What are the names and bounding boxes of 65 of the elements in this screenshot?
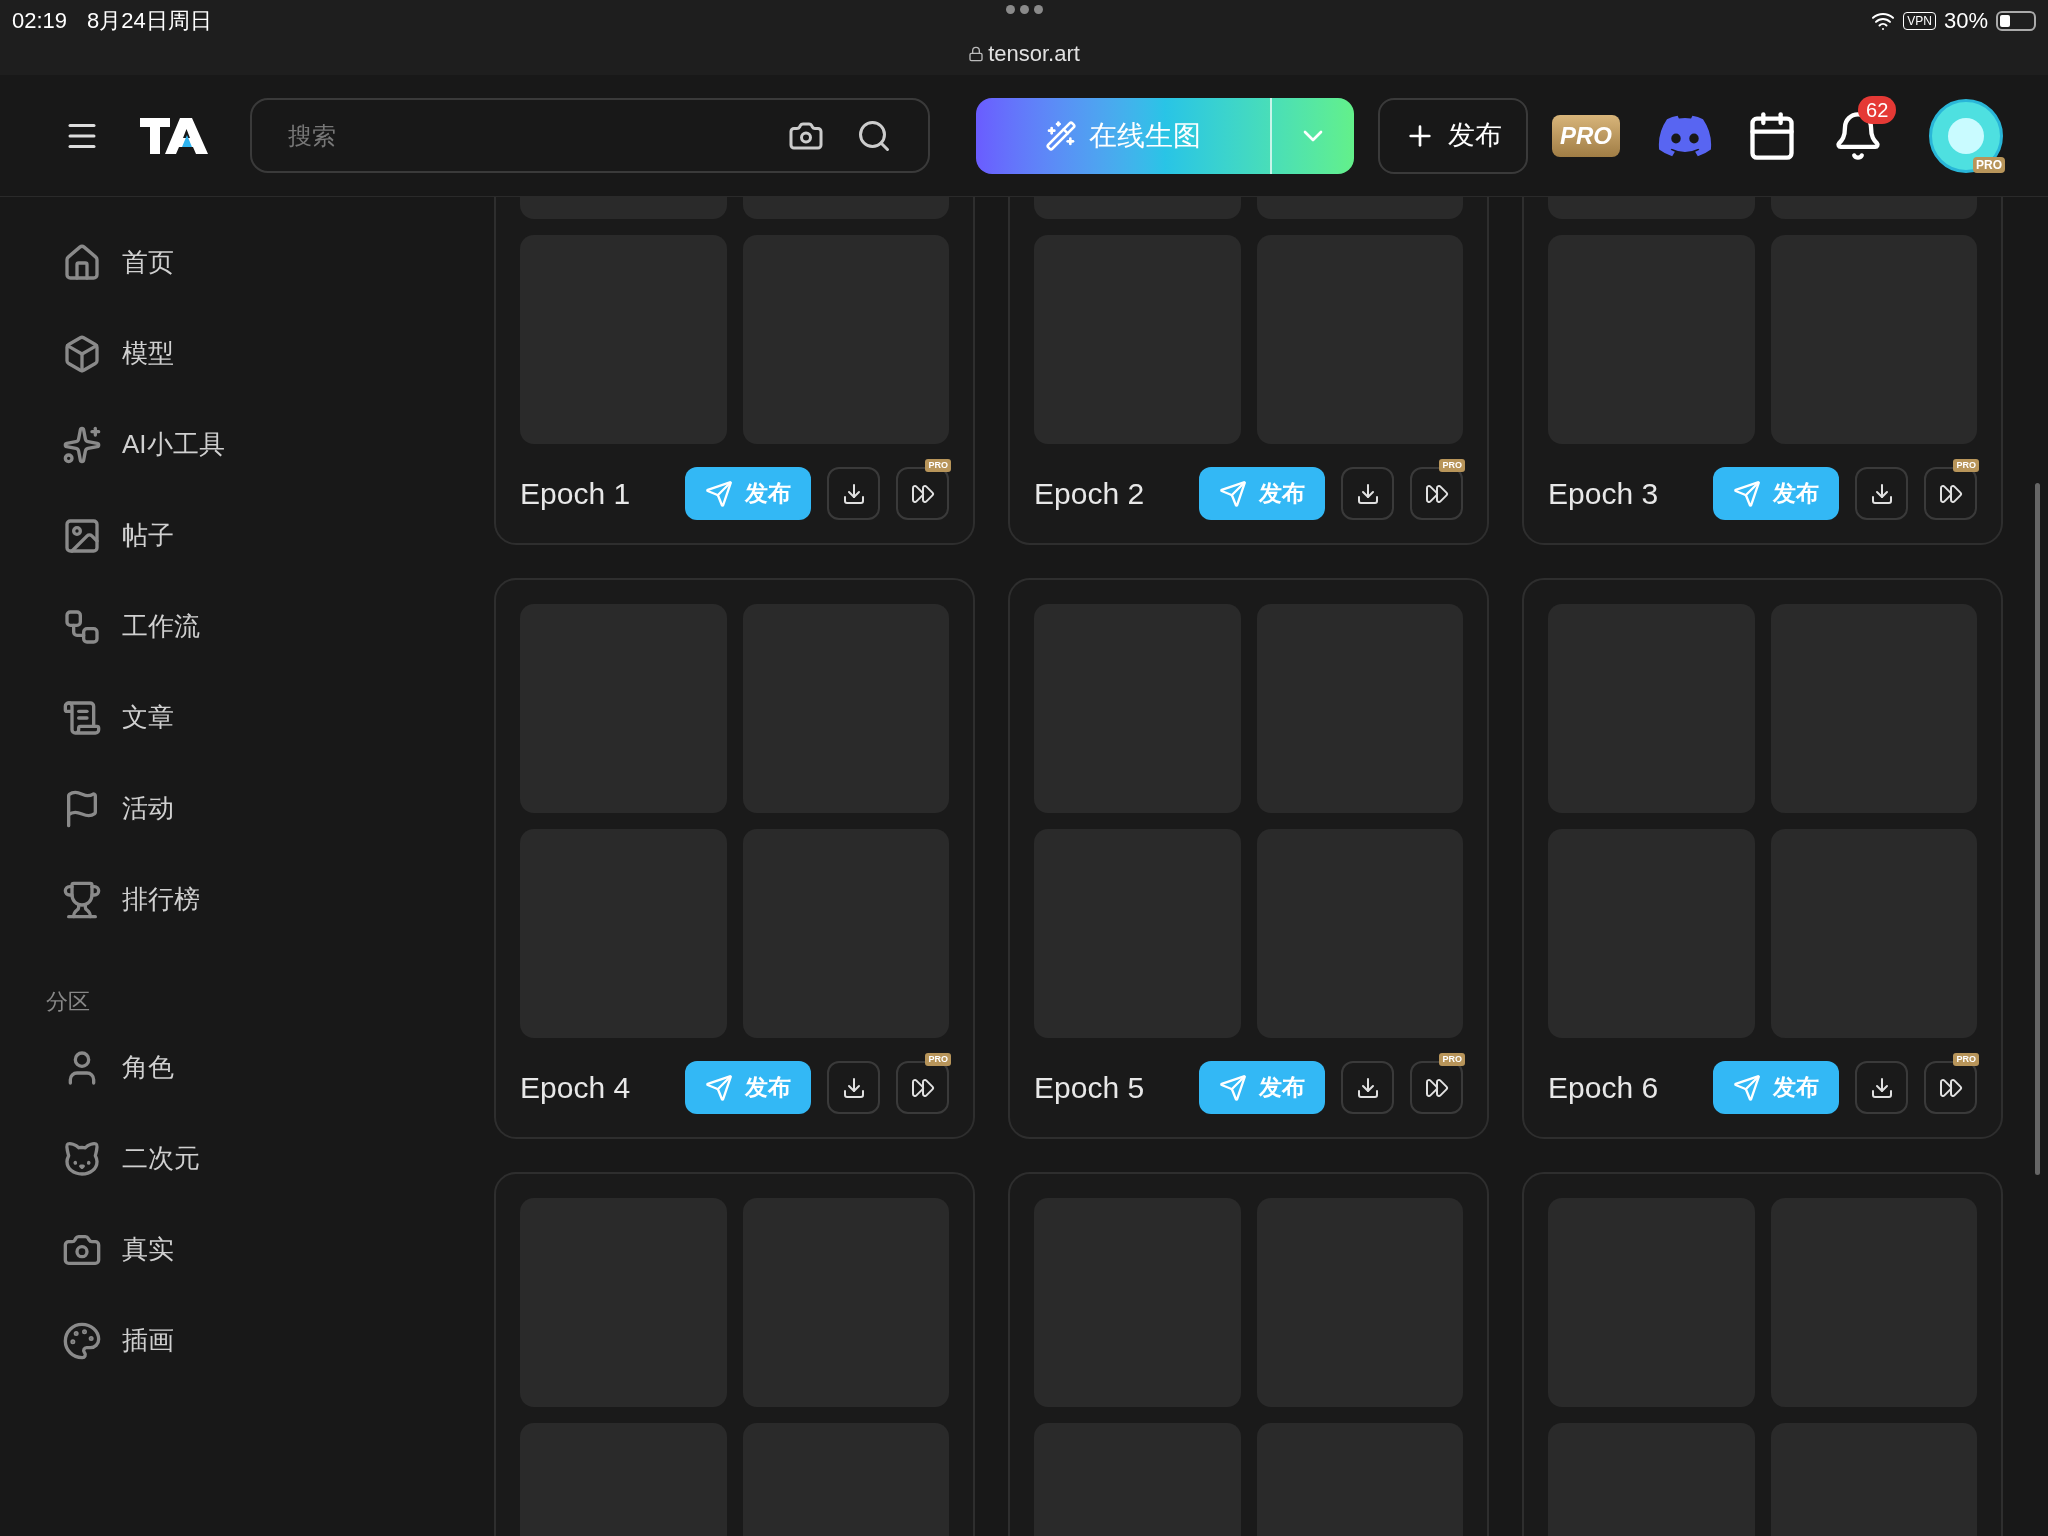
download-icon — [841, 481, 866, 506]
pro-badge: PRO — [1973, 156, 2005, 173]
download-icon — [1869, 1075, 1894, 1100]
download-icon — [1869, 481, 1894, 506]
clock: 02:19 — [12, 7, 68, 35]
pro-badge: PRO — [1439, 459, 1465, 472]
send-icon — [1219, 479, 1247, 508]
sidebar-item[interactable]: 排行榜 — [0, 854, 480, 945]
game-controller-icon[interactable] — [1658, 114, 1712, 157]
send-icon — [705, 479, 733, 508]
epoch-label: Epoch 6 — [1548, 1070, 1660, 1106]
sidebar-item[interactable]: AI小工具 — [0, 399, 480, 490]
notification-count: 62 — [1858, 95, 1897, 124]
send-icon — [1733, 1073, 1761, 1102]
pro-badge: PRO — [1439, 1053, 1465, 1066]
cube-icon — [62, 333, 102, 374]
publish-button[interactable]: 发布 — [1378, 97, 1528, 174]
search-bar[interactable]: 搜索 — [250, 98, 930, 173]
magic-wand-icon — [1045, 119, 1077, 152]
epoch-label: Epoch 2 — [1034, 476, 1146, 512]
vpn-badge: VPN — [1903, 11, 1936, 30]
download-icon — [1355, 481, 1380, 506]
pro-badge: PRO — [1953, 459, 1979, 472]
download-button[interactable] — [827, 467, 880, 520]
pro-badge: PRO — [1953, 1053, 1979, 1066]
download-button[interactable] — [827, 1061, 880, 1114]
date: 8月24日周日 — [87, 7, 212, 35]
section-heading: 分区 — [45, 988, 91, 1016]
url[interactable]: tensor.art — [988, 37, 1080, 70]
download-button[interactable] — [1341, 467, 1394, 520]
send-icon — [1733, 479, 1761, 508]
sidebar-item[interactable]: 首页 — [0, 217, 480, 308]
pro-badge: PRO — [925, 1053, 951, 1066]
send-icon — [1219, 1073, 1247, 1102]
battery-icon — [1996, 10, 2036, 31]
download-button[interactable] — [1855, 1061, 1908, 1114]
epoch-label: Epoch 4 — [520, 1070, 632, 1106]
sidebar-item[interactable]: 帖子 — [0, 490, 480, 581]
download-icon — [1355, 1075, 1380, 1100]
download-button[interactable] — [1855, 467, 1908, 520]
sidebar-item[interactable]: 活动 — [0, 763, 480, 854]
more-icon[interactable] — [1005, 5, 1043, 14]
logo-icon[interactable] — [138, 115, 210, 156]
epoch-label: Epoch 3 — [1548, 476, 1660, 512]
sidebar-item[interactable]: 真实 — [0, 1204, 480, 1295]
sidebar-item[interactable]: 工作流 — [0, 581, 480, 672]
sidebar-item[interactable]: 二次元 — [0, 1113, 480, 1204]
download-icon — [841, 1075, 866, 1100]
send-icon — [705, 1073, 733, 1102]
battery-percent: 30% — [1943, 7, 1988, 35]
download-button[interactable] — [1341, 1061, 1394, 1114]
epoch-label: Epoch 5 — [1034, 1070, 1146, 1106]
sidebar-item[interactable]: 插画 — [0, 1295, 480, 1386]
epoch-label: Epoch 1 — [520, 476, 632, 512]
sparkles-icon — [62, 424, 102, 465]
sidebar-item[interactable]: 文章 — [0, 672, 480, 763]
scrollbar[interactable] — [2035, 483, 2040, 1175]
sidebar-item[interactable]: 模型 — [0, 308, 480, 399]
search-field[interactable]: 搜索 — [288, 117, 788, 154]
pro-badge: PRO — [925, 459, 951, 472]
trophy-icon — [62, 879, 102, 920]
palette-icon — [62, 1320, 102, 1361]
house-icon — [62, 242, 102, 283]
lock-icon — [968, 45, 985, 62]
sidebar-item[interactable]: 角色 — [0, 1022, 480, 1113]
